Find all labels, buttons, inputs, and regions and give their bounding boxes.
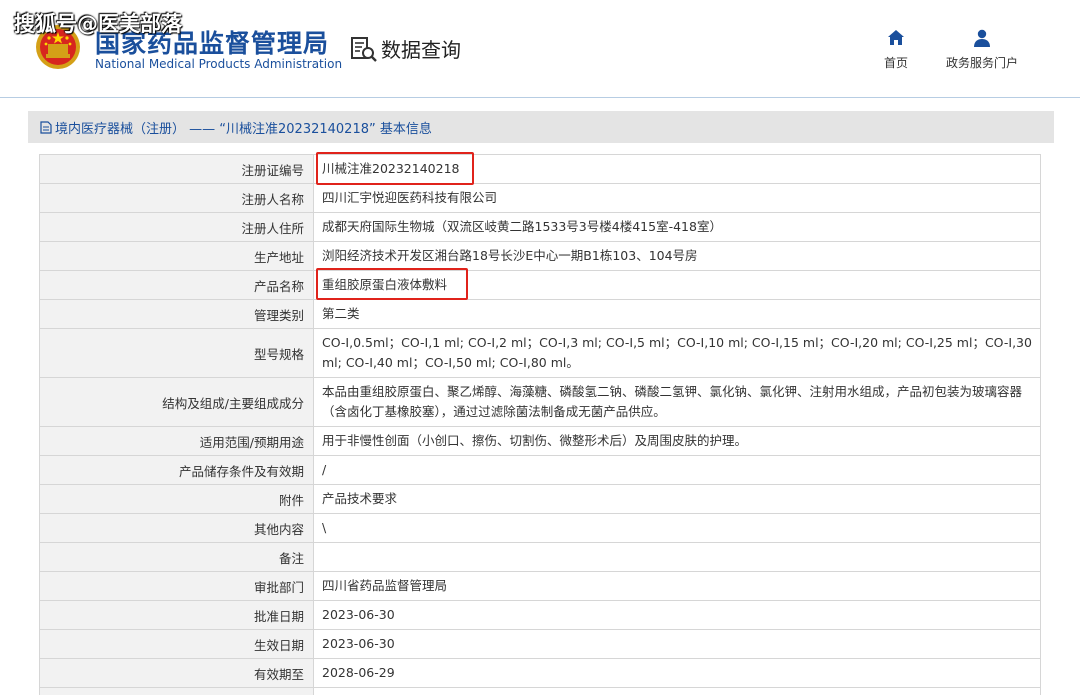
table-row: 有效期至 2028-06-29 xyxy=(40,659,1040,688)
table-row: 批准日期 2023-06-30 xyxy=(40,601,1040,630)
field-label: 审批部门 xyxy=(40,572,314,600)
table-row: 产品储存条件及有效期 / xyxy=(40,456,1040,485)
data-query-label: 数据查询 xyxy=(381,38,461,62)
table-row: 注册证编号 川械注准20232140218 xyxy=(40,152,1040,185)
field-label: 注册人住所 xyxy=(40,213,314,241)
table-row: 审批部门 四川省药品监督管理局 xyxy=(40,572,1040,601)
table-row: 适用范围/预期用途 用于非慢性创面（小创口、擦伤、切割伤、微整形术后）及周围皮肤的… xyxy=(40,427,1040,456)
table-row: 其他内容 \ xyxy=(40,514,1040,543)
field-value: 浏阳经济技术开发区湘台路18号长沙E中心一期B1栋103、104号房 xyxy=(322,248,698,263)
highlight-box xyxy=(316,152,474,185)
table-row: 产品名称 重组胶原蛋白液体敷料 xyxy=(40,268,1040,300)
field-value: 2023-06-30 xyxy=(322,636,395,651)
highlight-box xyxy=(316,268,468,300)
field-value: 成都天府国际生物城（双流区岐黄二路1533号3号楼4楼415室-418室） xyxy=(322,219,722,234)
nav-home[interactable]: 首页 xyxy=(884,28,908,71)
field-label: 产品储存条件及有效期 xyxy=(40,456,314,484)
table-row: 注册人住所 成都天府国际生物城（双流区岐黄二路1533号3号楼4楼415室-418… xyxy=(40,213,1040,242)
field-value: 用于非慢性创面（小创口、擦伤、切割伤、微整形术后）及周围皮肤的护理。 xyxy=(322,433,748,448)
field-value xyxy=(314,543,1040,571)
nav-home-label: 首页 xyxy=(884,56,909,70)
field-label: 管理类别 xyxy=(40,300,314,328)
field-label: 注册人名称 xyxy=(40,184,314,212)
breadcrumb: 境内医疗器械（注册） —— “川械注准20232140218” 基本信息 xyxy=(55,121,432,137)
field-value xyxy=(314,688,1040,695)
device-info-table: 注册证编号 川械注准20232140218 注册人名称 四川汇宇悦迎医药科技有限公司注… xyxy=(39,152,1041,695)
field-value: 2028-06-29 xyxy=(322,665,395,680)
field-label: 适用范围/预期用途 xyxy=(40,427,314,455)
data-query-link[interactable]: 数据查询 xyxy=(350,34,461,63)
table-row: 管理类别 第二类 xyxy=(40,300,1040,329)
field-label xyxy=(40,688,314,695)
home-icon xyxy=(888,30,904,45)
user-icon xyxy=(974,29,990,47)
field-label: 型号规格 xyxy=(40,329,314,377)
breadcrumb-bar: 境内医疗器械（注册） —— “川械注准20232140218” 基本信息 xyxy=(28,111,1054,143)
field-label: 其他内容 xyxy=(40,514,314,542)
field-label: 附件 xyxy=(40,485,314,513)
field-value: 产品技术要求 xyxy=(322,491,398,506)
table-row: 附件 产品技术要求 xyxy=(40,485,1040,514)
nav-service-portal-label: 政务服务门户 xyxy=(946,56,1019,70)
watermark-text: 搜狐号@医美部落 xyxy=(14,12,182,36)
table-row xyxy=(40,688,1040,695)
field-value: 川械注准20232140218 xyxy=(314,152,1040,185)
field-value: 四川汇宇悦迎医药科技有限公司 xyxy=(322,190,498,205)
field-label: 批准日期 xyxy=(40,601,314,629)
document-icon xyxy=(40,120,52,134)
field-value: 第二类 xyxy=(322,306,360,321)
field-value: 四川省药品监督管理局 xyxy=(322,578,448,593)
field-value: \ xyxy=(322,520,327,535)
field-label: 结构及组成/主要组成成分 xyxy=(40,378,314,426)
table-row: 型号规格 CO-Ⅰ,0.5ml；CO-Ⅰ,1 ml; CO-Ⅰ,2 ml；CO-Ⅰ… xyxy=(40,329,1040,378)
nav-service-portal[interactable]: 政务服务门户 xyxy=(946,28,1018,71)
field-label: 生效日期 xyxy=(40,630,314,658)
field-label: 备注 xyxy=(40,543,314,571)
field-value: 2023-06-30 xyxy=(322,607,395,622)
table-row: 生产地址 浏阳经济技术开发区湘台路18号长沙E中心一期B1栋103、104号房 xyxy=(40,242,1040,271)
field-value: / xyxy=(322,462,327,477)
field-label: 生产地址 xyxy=(40,242,314,270)
document-search-icon xyxy=(351,36,377,62)
field-label: 注册证编号 xyxy=(40,155,314,183)
field-value: 本品由重组胶原蛋白、聚乙烯醇、海藻糖、磷酸氢二钠、磷酸二氢钾、氯化钠、氯化钾、注… xyxy=(322,384,1023,419)
field-value: 重组胶原蛋白液体敷料 xyxy=(314,268,1040,300)
table-row: 生效日期 2023-06-30 xyxy=(40,630,1040,659)
table-row: 备注 xyxy=(40,543,1040,572)
field-value: CO-Ⅰ,0.5ml；CO-Ⅰ,1 ml; CO-Ⅰ,2 ml；CO-Ⅰ,3 m… xyxy=(322,335,1032,370)
field-label: 有效期至 xyxy=(40,659,314,687)
brand-subtitle: National Medical Products Administration xyxy=(95,57,343,71)
field-label: 产品名称 xyxy=(40,271,314,299)
table-row: 结构及组成/主要组成成分 本品由重组胶原蛋白、聚乙烯醇、海藻糖、磷酸氢二钠、磷酸二… xyxy=(40,378,1040,427)
table-row: 注册人名称 四川汇宇悦迎医药科技有限公司 xyxy=(40,184,1040,213)
